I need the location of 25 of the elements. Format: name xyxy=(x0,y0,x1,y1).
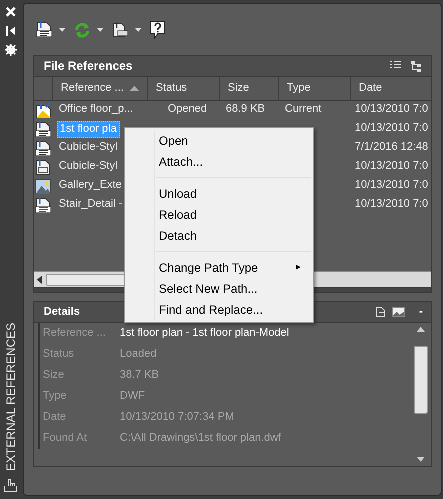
property-value: DWF xyxy=(120,389,146,404)
table-cell-text: Opened xyxy=(167,102,208,117)
property-label: Size xyxy=(42,368,66,384)
table-cell-text: Current xyxy=(284,102,322,117)
property-value: 1st floor plan - 1st floor plan-Model xyxy=(120,326,290,342)
table-cell-text: 7/1/2016 12:48 xyxy=(354,140,428,155)
table-cell-text: 10/13/2010 7:0 xyxy=(354,102,428,117)
table-cell-text: 68.9 KB xyxy=(225,102,266,117)
property-label: Type xyxy=(42,389,68,404)
property-label: Reference ... xyxy=(42,326,107,342)
panel-title: Details xyxy=(44,304,80,320)
property-value: C:\All Drawings\1st floor plan.dwf xyxy=(120,431,282,446)
property-value: 10/13/2010 7:07:34 PM xyxy=(120,410,234,426)
property-label: Found At xyxy=(42,431,88,446)
submenu-arrow-icon: ▸ xyxy=(296,260,301,275)
palette-title: EXTERNAL REFERENCES xyxy=(3,322,19,471)
table-cell-text: 10/13/2010 7:0 xyxy=(354,178,428,193)
table-cell-text: 10/13/2010 7:0 xyxy=(354,121,428,136)
panel-title: File References xyxy=(44,58,133,75)
property-label: Status xyxy=(42,347,76,362)
property-label: Date xyxy=(42,410,68,426)
property-value: Loaded xyxy=(120,347,157,362)
table-cell-text: 10/13/2010 7:0 xyxy=(354,159,428,174)
table-cell-text: 10/13/2010 7:0 xyxy=(354,197,428,212)
property-value: 38.7 KB xyxy=(120,368,160,384)
